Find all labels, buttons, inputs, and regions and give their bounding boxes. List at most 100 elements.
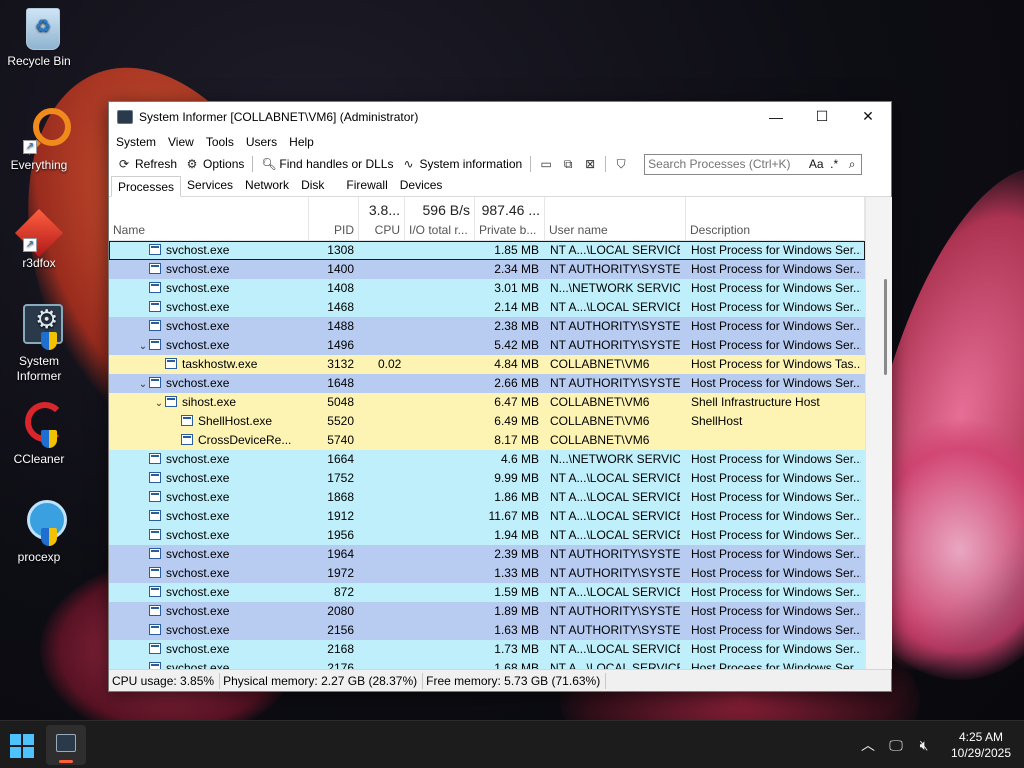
refresh-button[interactable]: ⟳ Refresh (113, 154, 181, 174)
column-header-cpu[interactable]: 3.8... CPU (359, 197, 405, 241)
terminate-icon[interactable]: ⊠ (579, 154, 601, 174)
clock-time: 4:25 AM (958, 730, 1004, 744)
menu-users[interactable]: Users (240, 135, 283, 149)
table-row[interactable]: svchost.exe 1964 2.39 MB NT AUTHORITY\SYSTE… (109, 545, 865, 564)
table-row[interactable]: svchost.exe 1400 2.34 MB NT AUTHORITY\SYSTE… (109, 260, 865, 279)
options-button[interactable]: ⚙ Options (181, 154, 248, 174)
table-row[interactable]: svchost.exe 1956 1.94 MB NT A...\LOCAL SERV… (109, 526, 865, 545)
table-row[interactable]: svchost.exe 1912 11.67 MB NT A...\LOCAL SER… (109, 507, 865, 526)
window-icon[interactable]: ▭ (535, 154, 557, 174)
table-row[interactable]: svchost.exe 1468 2.14 MB NT A...\LOCAL SERV… (109, 298, 865, 317)
table-row[interactable]: svchost.exe 2176 1.68 MB NT A...\LOCAL SERV… (109, 659, 865, 669)
table-row[interactable]: ⌄ svchost.exe 1648 2.66 MB NT AUTHORITY\SYST… (109, 374, 865, 393)
process-icon (149, 624, 161, 635)
desktop-icon-recycle-bin[interactable]: Recycle Bin (4, 8, 74, 69)
process-pid-cell: 1664 (327, 452, 354, 466)
maximize-button[interactable]: ☐ (799, 102, 845, 131)
clock[interactable]: 4:25 AM 10/29/2025 (938, 729, 1024, 761)
process-name-cell: svchost.exe (109, 564, 309, 583)
tab-processes[interactable]: Processes (111, 176, 182, 197)
table-row[interactable]: ⌄ svchost.exe 1496 5.42 MB NT AUTHORITY\SYST… (109, 336, 865, 355)
chevron-up-icon[interactable]: ︿ (854, 735, 882, 755)
process-io-cell (405, 298, 475, 317)
search-box[interactable]: Aa .* ⌕ (644, 153, 863, 175)
minimize-button[interactable]: — (753, 102, 799, 131)
tab-services[interactable]: Services (181, 175, 239, 196)
process-cpu-cell (360, 431, 404, 450)
table-row[interactable]: ⌄ sihost.exe 5048 6.47 MB COLLABNET\VM6 Shell… (109, 393, 865, 412)
speaker-muted-icon[interactable]: 🔇︎ (910, 737, 938, 754)
table-row[interactable]: taskhostw.exe 3132 0.02 4.84 MB COLLABNET\VM… (109, 355, 865, 374)
process-io-cell (405, 241, 475, 260)
regex-toggle[interactable]: .* (825, 157, 843, 171)
find-window-icon[interactable]: ⧉ (557, 154, 579, 174)
chevron-down-icon[interactable]: ⌄ (153, 394, 165, 412)
table-row[interactable]: svchost.exe 1488 2.38 MB NT AUTHORITY\SYSTE… (109, 317, 865, 336)
close-button[interactable]: ✕ (845, 102, 891, 131)
table-row[interactable]: svchost.exe 1408 3.01 MB N...\NETWORK SERVI… (109, 279, 865, 298)
gear-icon: ⚙ (186, 157, 198, 171)
process-name-cell: CrossDeviceRe... (109, 431, 309, 450)
vertical-scrollbar[interactable] (865, 197, 892, 669)
process-private-bytes-cell: 11.67 MB (488, 509, 539, 523)
chevron-down-icon[interactable]: ⌄ (137, 337, 149, 355)
private-bytes-total: 987.46 ... (481, 202, 540, 218)
column-header-pid[interactable]: PID (309, 197, 359, 241)
table-row[interactable]: CrossDeviceRe... 5740 8.17 MB COLLABNET\VM6 (109, 431, 865, 450)
find-handles-button[interactable]: 🔍︎ Find handles or DLLs (257, 154, 397, 174)
desktop-icon-r3dfox[interactable]: ↗ r3dfox (4, 204, 74, 271)
column-header-user-name[interactable]: User name (545, 197, 686, 241)
network-icon[interactable]: 🖵︎ (882, 737, 910, 754)
taskbar-app-system-informer[interactable] (46, 725, 86, 765)
process-private-bytes-cell: 1.86 MB (494, 490, 539, 504)
table-row[interactable]: svchost.exe 2168 1.73 MB NT A...\LOCAL SERV… (109, 640, 865, 659)
start-button[interactable] (10, 734, 34, 758)
process-description-cell: ShellHost (691, 414, 743, 428)
process-description-cell: Host Process for Windows Ser... (691, 243, 861, 257)
table-row[interactable]: svchost.exe 1664 4.6 MB N...\NETWORK SERVIC… (109, 450, 865, 469)
table-row[interactable]: svchost.exe 2156 1.63 MB NT AUTHORITY\SYSTE… (109, 621, 865, 640)
title-bar[interactable]: System Informer [COLLABNET\VM6] (Adminis… (109, 102, 891, 131)
process-icon (149, 472, 161, 483)
desktop-icon-everything[interactable]: ↗ Everything (4, 106, 74, 173)
column-header-name[interactable]: Name (109, 197, 309, 241)
process-description-cell: Host Process for Windows Ser... (691, 642, 861, 656)
process-io-cell (405, 564, 475, 583)
table-row[interactable]: ShellHost.exe 5520 6.49 MB COLLABNET\VM6 She… (109, 412, 865, 431)
shield-icon[interactable]: ⛉ (610, 154, 632, 174)
search-icon[interactable]: ⌕ (843, 157, 861, 172)
menu-tools[interactable]: Tools (200, 135, 240, 149)
desktop-icon-ccleaner[interactable]: CCleaner (4, 400, 74, 467)
tab-devices[interactable]: Devices (394, 175, 449, 196)
match-case-toggle[interactable]: Aa (807, 157, 825, 171)
table-row[interactable]: svchost.exe 1752 9.99 MB NT A...\LOCAL SERV… (109, 469, 865, 488)
table-row[interactable]: svchost.exe 2080 1.89 MB NT AUTHORITY\SYSTE… (109, 602, 865, 621)
chevron-down-icon[interactable]: ⌄ (137, 375, 149, 393)
column-header-description[interactable]: Description (686, 197, 865, 241)
process-user-cell: NT AUTHORITY\SYSTEM (550, 262, 680, 276)
process-icon (149, 453, 161, 464)
table-row[interactable]: svchost.exe 872 1.59 MB NT A...\LOCAL SERVI… (109, 583, 865, 602)
desktop-icon-procexp[interactable]: procexp (4, 498, 74, 565)
tab-network[interactable]: Network (239, 175, 295, 196)
column-header-io[interactable]: 596 B/s I/O total r... (405, 197, 475, 241)
menu-help[interactable]: Help (283, 135, 320, 149)
table-row[interactable]: svchost.exe 1972 1.33 MB NT AUTHORITY\SYSTE… (109, 564, 865, 583)
search-input[interactable] (645, 157, 808, 171)
scrollbar-thumb[interactable] (884, 279, 887, 375)
column-header-private-bytes[interactable]: 987.46 ... Private b... (475, 197, 545, 241)
active-indicator (59, 760, 73, 763)
desktop-icon-system-informer[interactable]: System Informer (4, 302, 74, 384)
menu-view[interactable]: View (162, 135, 200, 149)
process-description-cell: Host Process for Windows Ser... (691, 338, 861, 352)
system-information-button[interactable]: ∿ System information (397, 154, 526, 174)
process-io-cell (405, 431, 475, 450)
process-user-cell: N...\NETWORK SERVICE (550, 281, 680, 295)
tab-firewall[interactable]: Firewall (340, 175, 393, 196)
process-name-cell: svchost.exe (109, 279, 309, 298)
tab-disk[interactable]: Disk (295, 175, 330, 196)
process-icon (181, 434, 193, 445)
menu-system[interactable]: System (110, 135, 162, 149)
table-row[interactable]: svchost.exe 1868 1.86 MB NT A...\LOCAL SERV… (109, 488, 865, 507)
table-row[interactable]: svchost.exe 1308 1.85 MB NT A...\LOCAL SERV… (109, 241, 865, 260)
